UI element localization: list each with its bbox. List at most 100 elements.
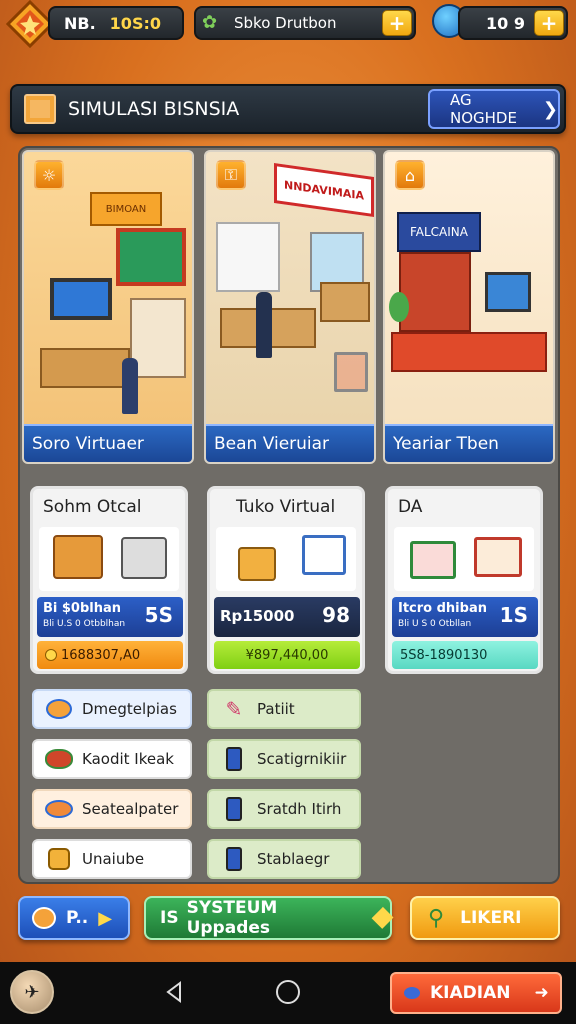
can-icon — [219, 745, 249, 773]
store-label: Yeariar Tben — [393, 434, 499, 454]
globe-icon — [404, 987, 420, 999]
list-item-label: Sratdh Itirh — [257, 800, 342, 818]
can-icon — [219, 795, 249, 823]
store-scene — [30, 228, 192, 418]
store-card[interactable]: ☼ BIMOAN Soro Virtuaer — [22, 150, 194, 464]
price-bar: Rp15000 98 — [214, 597, 360, 637]
store-card[interactable]: ⌂ FALCAINA Yeariar Tben — [383, 150, 555, 464]
play-icon: ▶ — [98, 907, 113, 929]
home-button[interactable] — [276, 980, 300, 1004]
arrow-right-icon: ❯ — [542, 98, 558, 120]
system-upgrades-label: SYSTEUM Uppades — [186, 898, 278, 938]
product-value: ¥897,440,00 — [245, 647, 329, 663]
pencil-icon: ✎ — [225, 697, 243, 721]
store-sign: NNDAVIMAIA — [274, 162, 374, 218]
store-card[interactable]: ⚿ NNDAVIMAIA Bean Vieruiar — [204, 150, 376, 464]
price-bar: Bi $0blhan Bli U.S 0 Otbblhan 5S — [37, 597, 183, 637]
back-button[interactable] — [160, 978, 188, 1006]
title-action-button[interactable]: AG NOGHDE ❯ — [428, 89, 560, 129]
price-amount: 98 — [322, 603, 350, 627]
store-sign: FALCAINA — [397, 212, 481, 252]
price-label: Itcro dhiban — [398, 601, 487, 616]
store-sign: BIMOAN — [90, 192, 162, 226]
level-value: 10S:0 — [109, 13, 161, 33]
list-item-label: Kaodit Ikeak — [82, 750, 174, 768]
home-shortcut-button[interactable]: ✈ — [10, 970, 54, 1014]
kiadian-button[interactable]: KIADIAN ➜ — [390, 972, 562, 1014]
meat-icon — [44, 745, 74, 773]
shop-icon — [24, 94, 56, 124]
bag-icon — [44, 845, 74, 873]
liker-button[interactable]: ⚲ LIKERI — [410, 896, 560, 940]
list-item[interactable]: Scatigrnikiir — [207, 739, 361, 779]
location-plus-button[interactable]: + — [382, 10, 412, 36]
price-amount: 1S — [499, 603, 528, 627]
coin-count: 10 9 — [486, 13, 525, 33]
list-item-label: Dmegtelpias — [82, 700, 177, 718]
store-sign-text: FALCAINA — [409, 225, 468, 239]
list-item[interactable]: Stablaegr — [207, 839, 361, 879]
upgrade-badge-icon: IS — [160, 908, 179, 928]
store-scene — [389, 252, 553, 422]
coin-plus-button[interactable]: + — [534, 10, 564, 36]
title-bar: SIMULASI BISNSIA AG NOGHDE ❯ — [10, 84, 566, 134]
system-upgrades-button[interactable]: IS SYSTEUM Uppades — [144, 896, 394, 940]
house-icon: ⌂ — [395, 160, 425, 190]
list-item-label: Stablaegr — [257, 850, 330, 868]
location-name: Sbko Drutbon — [234, 14, 337, 32]
left-action-label: P.. — [66, 908, 89, 928]
product-card[interactable]: DA Itcro dhiban Bli U S 0 Otbllan 1S 5S8… — [385, 486, 543, 674]
price-bar: Itcro dhiban Bli U S 0 Otbllan 1S — [392, 597, 538, 637]
product-value: 1688307,A0 — [61, 647, 141, 663]
list-item-label: Patiit — [257, 700, 295, 718]
wrench-icon: ✈ — [24, 981, 40, 1003]
coin-small-icon — [45, 649, 57, 661]
level-display: NB. 10S:0 — [48, 6, 184, 40]
system-nav-bar: ✈ KIADIAN ➜ — [0, 962, 576, 1024]
list-item[interactable]: Dmegtelpias — [32, 689, 192, 729]
key-icon: ⚿ — [216, 160, 246, 190]
product-value: 5S8-1890130 — [400, 647, 488, 663]
list-item-label: Unaiube — [82, 850, 145, 868]
store-sign-text: NNDAVIMAIA — [284, 177, 364, 203]
store-icon: ☼ — [34, 160, 64, 190]
list-item[interactable]: ✎ Patiit — [207, 689, 361, 729]
level-badge[interactable] — [5, 0, 55, 49]
product-title: DA — [398, 497, 423, 517]
product-card[interactable]: Tuko Virtual Rp15000 98 ¥897,440,00 — [207, 486, 365, 674]
product-title: Sohm Otcal — [43, 497, 142, 517]
product-image — [39, 527, 179, 591]
value-bar: 5S8-1890130 — [392, 641, 538, 669]
product-image — [394, 527, 534, 591]
price-label: Bi $0blhan — [43, 601, 122, 616]
product-card[interactable]: Sohm Otcal Bi $0blhan Bli U.S 0 Otbblhan… — [30, 486, 188, 674]
list-item[interactable]: Unaiube — [32, 839, 192, 879]
list-item[interactable]: Kaodit Ikeak — [32, 739, 192, 779]
box-icon — [238, 547, 276, 581]
store-sign-text: BIMOAN — [105, 203, 147, 215]
product-image — [216, 527, 356, 591]
price-label: Rp15000 — [220, 607, 295, 625]
value-bar: 1688307,A0 — [37, 641, 183, 669]
store-label: Bean Vieruiar — [214, 434, 330, 454]
back-triangle-icon — [166, 981, 181, 1003]
value-bar: ¥897,440,00 — [214, 641, 360, 669]
search-icon: ⚲ — [428, 905, 445, 931]
title-action-label: AG NOGHDE — [450, 91, 517, 127]
cart-icon — [410, 541, 456, 579]
price-amount: 5S — [144, 603, 173, 627]
kiadian-label: KIADIAN — [430, 983, 511, 1003]
left-action-button[interactable]: P.. ▶ — [18, 896, 130, 940]
price-sub: Bli U S 0 Otbllan — [398, 619, 472, 629]
egg-icon — [44, 695, 74, 723]
cart-icon — [32, 907, 56, 929]
store-label: Soro Virtuaer — [32, 434, 144, 454]
store-scene — [210, 212, 374, 422]
list-item-label: Seatealpater — [82, 800, 179, 818]
cart-icon — [474, 537, 522, 577]
can-icon — [219, 845, 249, 873]
list-item[interactable]: Sratdh Itirh — [207, 789, 361, 829]
location-display: ✿ Sbko Drutbon + — [194, 6, 416, 40]
liker-label: LIKERI — [460, 908, 522, 928]
list-item[interactable]: Seatealpater — [32, 789, 192, 829]
